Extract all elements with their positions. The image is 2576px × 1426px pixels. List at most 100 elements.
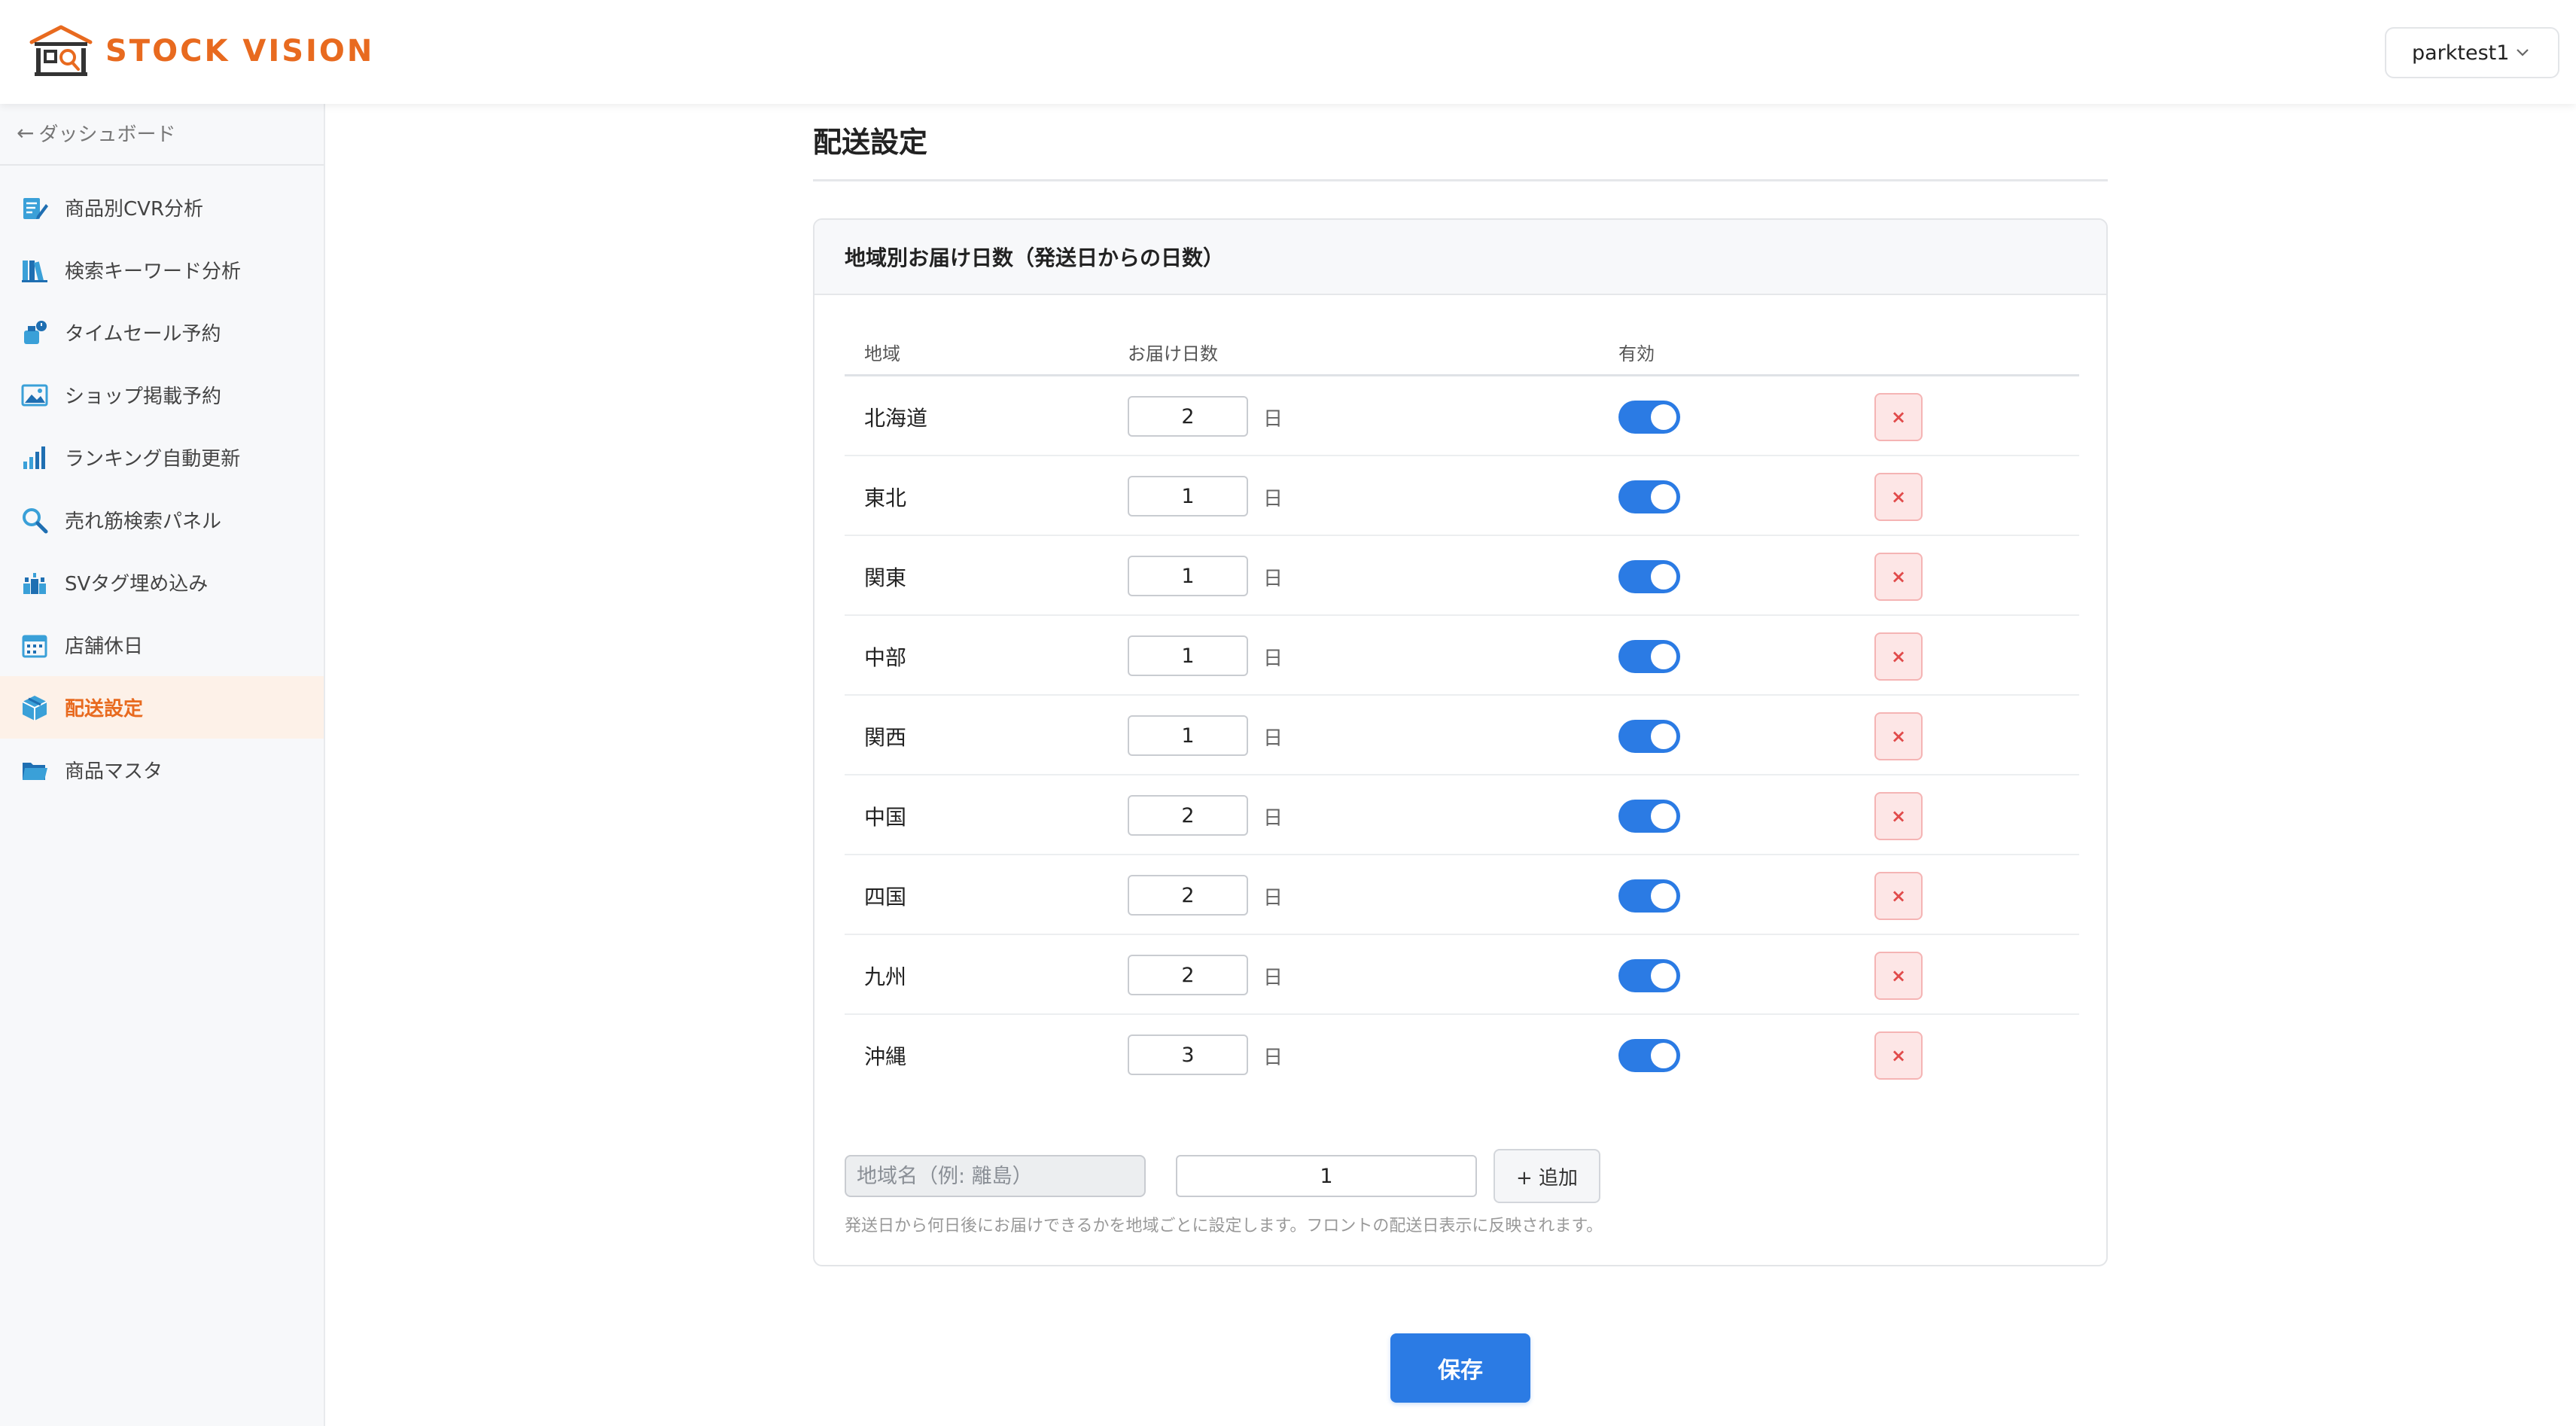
table-row: 関東 日 ×: [845, 536, 2079, 616]
sidebar-item-bestseller-search[interactable]: 売れ筋検索パネル: [0, 489, 324, 551]
sidebar-item-label: 検索キーワード分析: [65, 261, 242, 283]
new-region-days-input[interactable]: [1176, 1155, 1477, 1197]
close-icon: ×: [1890, 646, 1907, 667]
package-icon: [20, 693, 50, 723]
close-icon: ×: [1890, 885, 1907, 906]
enabled-toggle[interactable]: [1618, 800, 1680, 833]
top-bar: STOCK VISION parktest1: [0, 0, 2576, 104]
enabled-toggle[interactable]: [1618, 401, 1680, 434]
delete-row-button[interactable]: ×: [1874, 632, 1923, 681]
toggle-knob: [1651, 484, 1676, 510]
sidebar-item-ranking-update[interactable]: ランキング自動更新: [0, 426, 324, 489]
table-row: 九州 日 ×: [845, 935, 2079, 1015]
sidebar-item-sv-tag[interactable]: SVタグ埋め込み: [0, 551, 324, 614]
user-name: parktest1: [2412, 41, 2510, 65]
toggle-knob: [1651, 644, 1676, 669]
timer-bottle-icon: [20, 318, 50, 348]
delivery-days-card: 地域別お届け日数（発送日からの日数） 地域 お届け日数 有効 北海道日×東北日×…: [813, 218, 2108, 1266]
delivery-days-table: 地域 お届け日数 有効 北海道日×東北日×関東日×中部日×関西日×中国日×四国日…: [845, 325, 2079, 1095]
sidebar-item-label: タイムセール予約: [65, 323, 221, 346]
sidebar-item-time-sale[interactable]: タイムセール予約: [0, 301, 324, 364]
sidebar-item-label: 商品別CVR分析: [65, 198, 204, 221]
back-link-label: ダッシュボード: [38, 123, 176, 146]
add-region-button[interactable]: + 追加: [1494, 1149, 1600, 1203]
delivery-days-input[interactable]: [1128, 556, 1248, 596]
user-menu-dropdown[interactable]: parktest1: [2385, 27, 2559, 78]
enabled-toggle[interactable]: [1618, 560, 1680, 593]
sidebar-item-shop-listing[interactable]: ショップ掲載予約: [0, 364, 324, 426]
enabled-toggle[interactable]: [1618, 640, 1680, 673]
delivery-days-input[interactable]: [1128, 715, 1248, 756]
enabled-toggle[interactable]: [1618, 959, 1680, 992]
image-icon: [20, 380, 50, 410]
delivery-days-input[interactable]: [1128, 635, 1248, 676]
sidebar-item-store-holidays[interactable]: 店舗休日: [0, 614, 324, 676]
page-title: 配送設定: [813, 126, 928, 159]
add-region-form: + 追加: [845, 1146, 2079, 1206]
table-row: 中国 日 ×: [845, 775, 2079, 855]
back-to-dashboard-link[interactable]: ← ダッシュボード: [17, 114, 175, 151]
brand-logo[interactable]: STOCK VISION: [27, 21, 374, 81]
sidebar-item-label: ショップ掲載予約: [65, 385, 222, 408]
sidebar-item-cvr-analysis[interactable]: 商品別CVR分析: [0, 176, 324, 239]
region-name: 中部: [864, 645, 907, 670]
day-unit-label: 日: [1263, 807, 1283, 830]
sidebar-item-label: ランキング自動更新: [65, 448, 241, 471]
delete-row-button[interactable]: ×: [1874, 393, 1923, 441]
region-name: 沖縄: [864, 1044, 907, 1069]
enabled-toggle[interactable]: [1618, 879, 1680, 913]
toggle-knob: [1651, 803, 1676, 829]
table-row: 沖縄 日 ×: [845, 1015, 2079, 1095]
delete-row-button[interactable]: ×: [1874, 792, 1923, 840]
day-unit-label: 日: [1263, 967, 1283, 989]
arrow-left-icon: ←: [17, 120, 35, 145]
delete-row-button[interactable]: ×: [1874, 712, 1923, 760]
delete-row-button[interactable]: ×: [1874, 473, 1923, 521]
day-unit-label: 日: [1263, 887, 1283, 910]
enabled-toggle[interactable]: [1618, 480, 1680, 513]
sidebar-item-product-master[interactable]: 商品マスタ: [0, 739, 324, 801]
column-header-days: お届け日数: [1128, 343, 1218, 364]
region-name: 東北: [864, 486, 907, 510]
delete-row-button[interactable]: ×: [1874, 1031, 1923, 1080]
region-name: 北海道: [864, 406, 928, 431]
enabled-toggle[interactable]: [1618, 1039, 1680, 1072]
sidebar-item-shipping-settings[interactable]: 配送設定: [0, 676, 324, 739]
toggle-knob: [1651, 724, 1676, 749]
delivery-days-input[interactable]: [1128, 476, 1248, 516]
delete-row-button[interactable]: ×: [1874, 872, 1923, 920]
day-unit-label: 日: [1263, 727, 1283, 750]
delivery-days-input[interactable]: [1128, 396, 1248, 437]
main-content: 配送設定 地域別お届け日数（発送日からの日数） 地域 お届け日数 有効 北海道日…: [325, 104, 2576, 1426]
save-button[interactable]: 保存: [1390, 1333, 1530, 1403]
delivery-days-input[interactable]: [1128, 875, 1248, 916]
delivery-days-input[interactable]: [1128, 1034, 1248, 1075]
region-name: 関西: [864, 725, 907, 750]
delete-row-button[interactable]: ×: [1874, 553, 1923, 601]
toggle-knob: [1651, 1043, 1676, 1068]
sidebar-item-label: SVタグ埋め込み: [65, 573, 209, 596]
enabled-toggle[interactable]: [1618, 720, 1680, 753]
folder-icon: [20, 755, 50, 785]
app-root: STOCK VISION parktest1 ← ダッシュボード 商品別CVR分…: [0, 0, 2576, 1426]
sidebar-item-label: 店舗休日: [65, 635, 144, 658]
store-logo-icon: [29, 25, 93, 76]
close-icon: ×: [1890, 726, 1907, 747]
column-header-enabled: 有効: [1618, 343, 1655, 364]
close-icon: ×: [1890, 1045, 1907, 1066]
day-unit-label: 日: [1263, 408, 1283, 431]
region-name: 中国: [864, 805, 907, 830]
region-name-input[interactable]: [845, 1155, 1146, 1197]
column-header-region: 地域: [864, 343, 900, 364]
delivery-days-input[interactable]: [1128, 955, 1248, 995]
sidebar-item-keyword-analysis[interactable]: 検索キーワード分析: [0, 239, 324, 301]
toggle-knob: [1651, 404, 1676, 430]
delivery-days-input[interactable]: [1128, 795, 1248, 836]
close-icon: ×: [1890, 566, 1907, 587]
delete-row-button[interactable]: ×: [1874, 952, 1923, 1000]
close-icon: ×: [1890, 965, 1907, 986]
table-row: 四国 日 ×: [845, 855, 2079, 935]
bar-chart-icon: [20, 443, 50, 473]
edit-document-icon: [20, 193, 50, 223]
table-row: 北海道 日 ×: [845, 376, 2079, 456]
